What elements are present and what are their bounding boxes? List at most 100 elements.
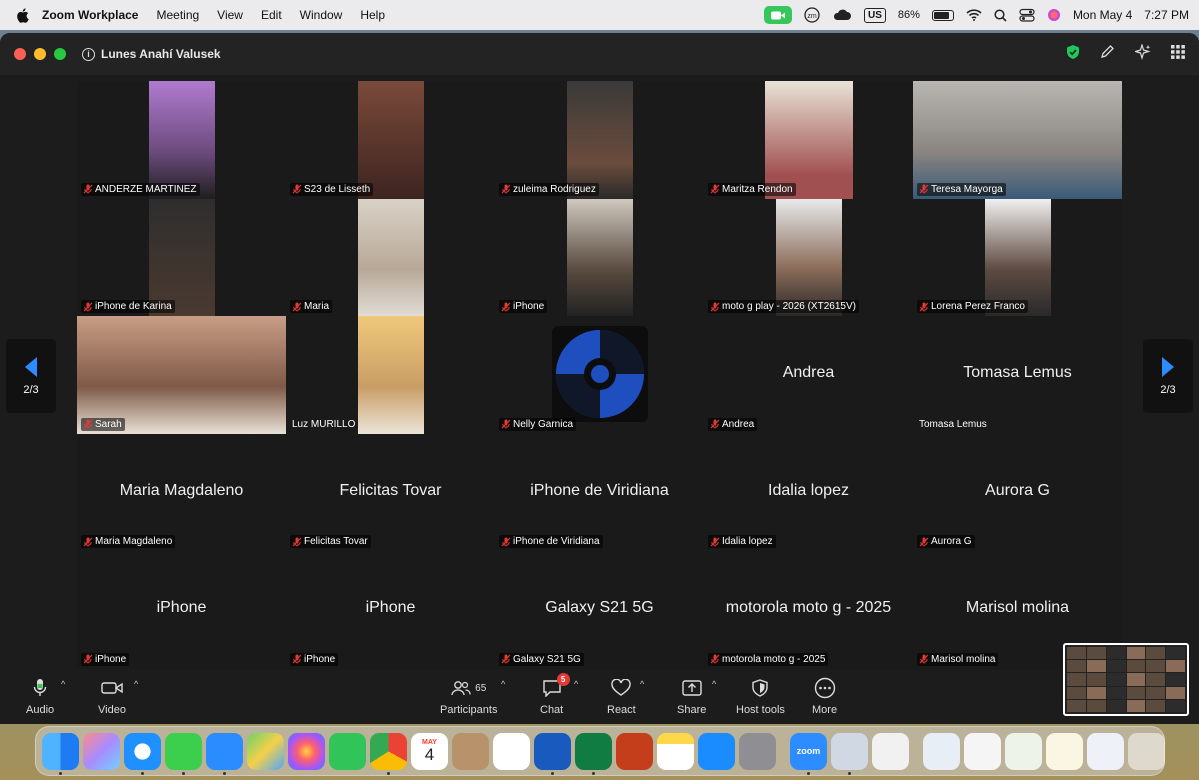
app-store-icon[interactable] [698,732,735,770]
audio-button[interactable]: Audio [26,677,54,716]
zoom-menubar-icon[interactable]: zm [804,6,820,24]
participant-tile[interactable]: motorola moto g - 2025 motorola moto g - … [704,551,913,669]
mail-icon[interactable] [206,732,243,775]
preview-icon[interactable] [831,732,868,775]
participant-tile[interactable]: Idalia lopez Idalia lopez [704,433,913,552]
participant-tile[interactable]: iPhone [495,198,704,317]
previous-page-button[interactable]: 2/3 [6,339,56,413]
search-icon[interactable] [994,6,1007,24]
facetime-icon[interactable] [329,732,366,770]
safari-icon[interactable] [124,732,161,775]
participant-tile[interactable]: iPhone iPhone [77,551,286,669]
participant-tile[interactable]: Maria [286,198,495,317]
zoom-video-status-icon[interactable] [764,6,792,24]
notes-icon[interactable] [657,732,694,770]
participant-tile[interactable]: iPhone de Viridiana iPhone de Viridiana [495,433,704,552]
security-shield-icon[interactable] [1066,44,1080,65]
participant-tile[interactable]: Tomasa Lemus Tomasa Lemus [913,316,1122,434]
zoom-app-icon[interactable]: zoom [790,732,827,775]
audio-options-caret[interactable]: ^ [61,679,65,689]
wifi-icon[interactable] [966,6,982,24]
participant-tile[interactable]: moto g play - 2026 (XT2615V) [704,198,913,317]
input-source-indicator[interactable]: US [864,7,886,23]
participants-options-caret[interactable]: ^ [501,679,505,689]
ai-companion-icon[interactable] [1133,42,1151,65]
menubar-date[interactable]: Mon May 4 [1073,8,1132,22]
participant-tile[interactable]: Andrea Andrea [704,316,913,434]
info-icon[interactable]: i [82,47,95,61]
recent-document-4[interactable] [1046,732,1083,770]
cloud-icon[interactable] [832,6,852,24]
gallery-thumbnail-preview[interactable] [1063,643,1189,716]
menu-help[interactable]: Help [360,8,385,22]
meeting-info[interactable]: i Lunes Anahí Valusek [82,47,221,61]
fullscreen-window-button[interactable] [54,48,66,60]
participant-tile[interactable]: Galaxy S21 5G Galaxy S21 5G [495,551,704,669]
participant-tile[interactable]: Nelly Garnica [495,316,704,434]
recent-document-2[interactable] [964,732,1001,770]
participant-tile[interactable]: Sarah [77,316,286,434]
muted-microphone-icon [83,184,93,194]
chat-button[interactable]: 5 Chat [540,673,570,716]
participant-tile[interactable]: Teresa Mayorga [913,81,1122,199]
minimize-window-button[interactable] [34,48,46,60]
recent-document-5[interactable] [1087,732,1124,770]
recent-document-3[interactable] [1005,732,1042,770]
word-icon[interactable] [534,732,571,775]
video-button[interactable]: Video [98,677,126,716]
launchpad-icon[interactable] [83,732,120,770]
maps-icon[interactable] [247,732,284,770]
participant-tile[interactable]: Aurora G Aurora G [913,433,1122,552]
powerpoint-icon[interactable] [616,732,653,770]
participant-tile[interactable]: iPhone de Karina [77,198,286,317]
microphone-icon [33,679,47,696]
recent-document-1[interactable] [923,732,960,770]
muted-microphone-icon [710,537,720,547]
view-grid-icon[interactable] [1171,44,1185,64]
contacts-icon[interactable] [452,732,489,770]
participant-tile[interactable]: iPhone iPhone [286,551,495,669]
video-options-caret[interactable]: ^ [134,679,138,689]
participant-tile[interactable]: S23 de Lisseth [286,81,495,199]
muted-microphone-icon [501,654,511,664]
menu-edit[interactable]: Edit [261,8,282,22]
menu-meeting[interactable]: Meeting [156,8,199,22]
participant-tile[interactable]: Maritza Rendon [704,81,913,199]
participant-tile[interactable]: Maria Magdaleno Maria Magdaleno [77,433,286,552]
participant-video [77,316,286,434]
trash-icon[interactable] [1128,732,1165,770]
control-center-icon[interactable] [1019,6,1035,24]
share-button[interactable]: Share [677,677,706,716]
more-button[interactable]: More [812,677,837,716]
chat-options-caret[interactable]: ^ [574,679,578,689]
participants-button[interactable]: 65 Participants [440,677,497,716]
photos-icon[interactable] [288,732,325,770]
system-settings-icon[interactable] [739,732,776,770]
share-options-caret[interactable]: ^ [712,679,716,689]
participant-tile[interactable]: Felicitas Tovar Felicitas Tovar [286,433,495,552]
finder-icon[interactable] [42,732,79,775]
textedit-icon[interactable] [872,732,909,770]
excel-icon[interactable] [575,732,612,775]
messages-icon[interactable] [165,732,202,775]
chrome-icon[interactable] [370,732,407,775]
battery-icon[interactable] [931,9,954,21]
annotate-pencil-icon[interactable] [1100,44,1115,64]
participant-tile[interactable]: Lorena Perez Franco [913,198,1122,317]
next-page-button[interactable]: 2/3 [1143,339,1193,413]
react-button[interactable]: React [607,677,636,716]
apple-icon[interactable] [16,7,30,23]
calendar-icon[interactable]: MAY 4 [411,732,448,770]
siri-icon[interactable] [1047,6,1061,24]
close-window-button[interactable] [14,48,26,60]
menu-app-name[interactable]: Zoom Workplace [42,8,138,22]
menu-window[interactable]: Window [300,8,343,22]
menu-view[interactable]: View [217,8,243,22]
react-options-caret[interactable]: ^ [640,679,644,689]
participant-tile[interactable]: ANDERZE MARTINEZ [77,81,286,199]
participant-tile[interactable]: zuleima Rodriguez [495,81,704,199]
host-tools-button[interactable]: Host tools [736,677,785,716]
menubar-time[interactable]: 7:27 PM [1144,8,1189,22]
reminders-icon[interactable] [493,732,530,770]
participant-tile[interactable]: Luz MURILLO [286,316,495,434]
